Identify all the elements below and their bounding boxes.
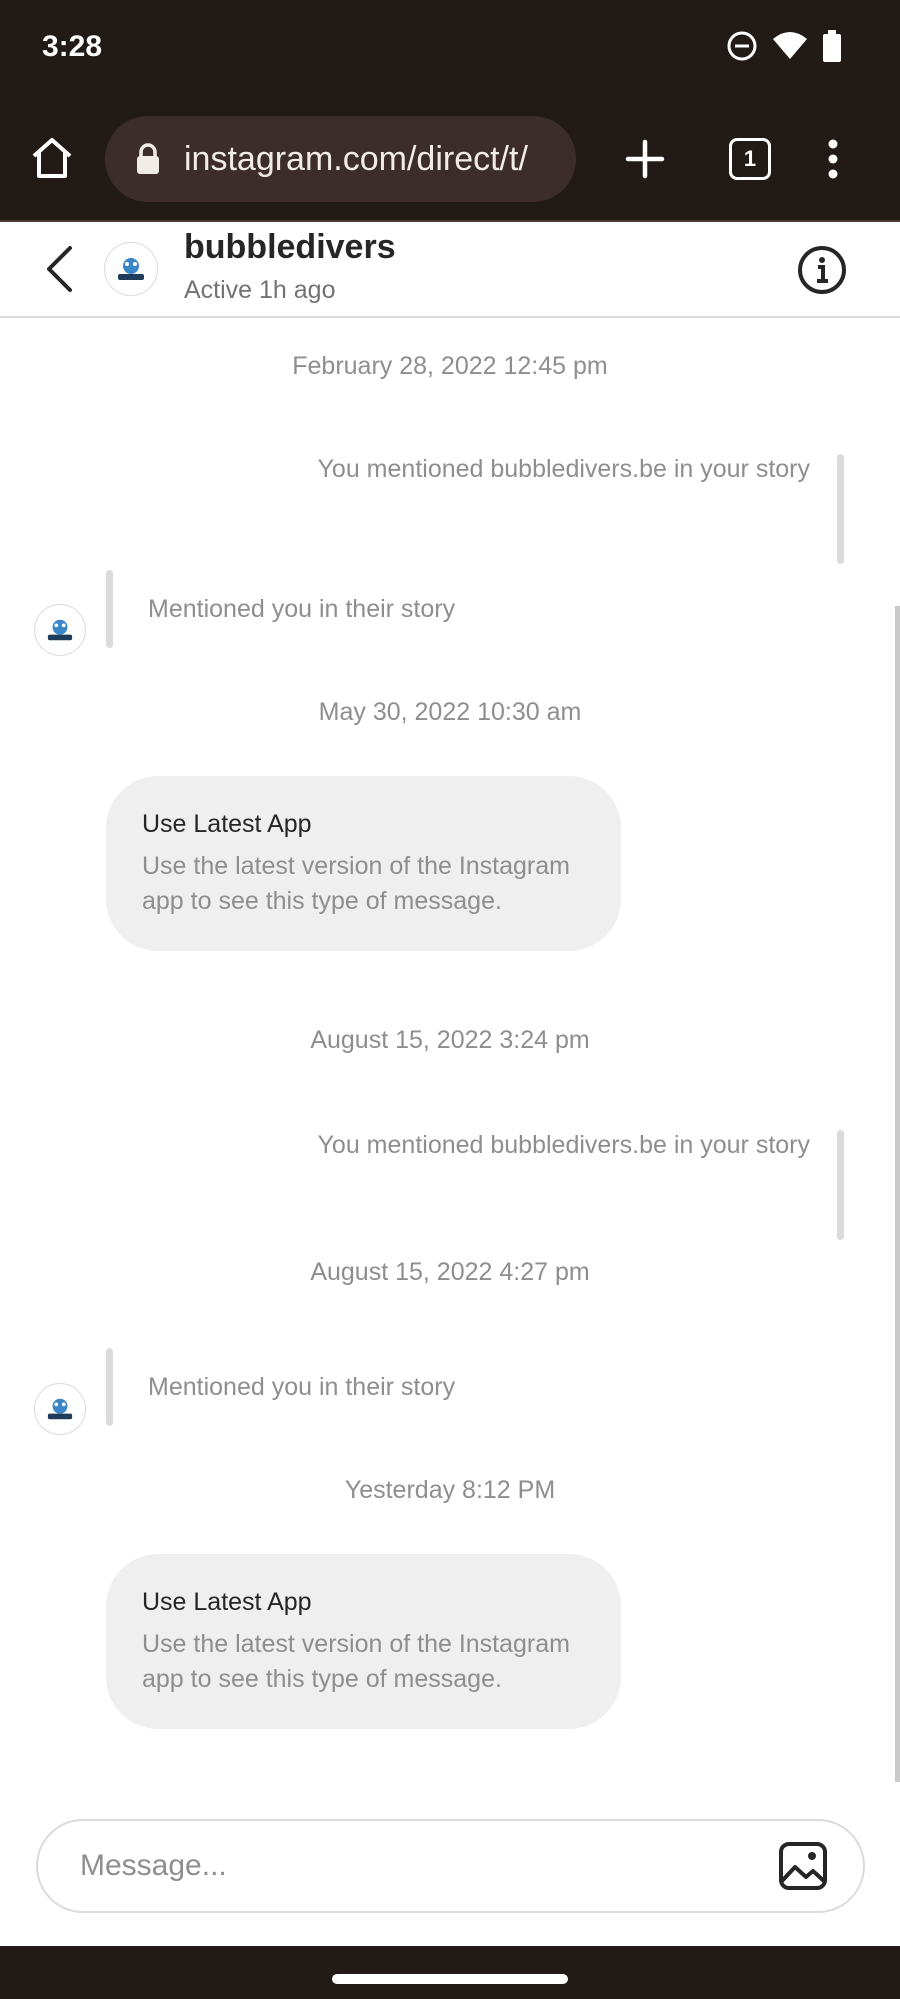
profile-logo-icon — [47, 1398, 73, 1420]
message-composer — [36, 1819, 865, 1913]
tab-switcher-button[interactable]: 1 — [729, 138, 771, 180]
url-bar[interactable]: instagram.com/direct/t/ — [105, 116, 576, 202]
back-button[interactable] — [44, 244, 74, 299]
story-mention-sent[interactable]: You mentioned bubbledivers.be in your st… — [284, 1128, 844, 1240]
message-thread[interactable]: February 28, 2022 12:45 pm You mentioned… — [0, 320, 900, 1780]
timestamp: May 30, 2022 10:30 am — [318, 698, 582, 726]
story-mention-text: You mentioned bubbledivers.be in your st… — [317, 455, 810, 483]
quote-bar — [837, 454, 844, 564]
quote-bar — [837, 1130, 844, 1240]
avatar[interactable] — [104, 242, 158, 296]
avatar[interactable] — [34, 1383, 86, 1435]
avatar[interactable] — [34, 604, 86, 656]
back-icon — [47, 246, 72, 292]
battery-icon — [823, 30, 841, 62]
info-icon — [798, 246, 846, 294]
message-bubble[interactable]: Use Latest App Use the latest version of… — [106, 776, 621, 951]
bubble-body: Use the latest version of the Instagram … — [142, 852, 570, 915]
lock-icon — [137, 143, 159, 174]
dnd-icon — [727, 31, 757, 61]
bubble-body: Use the latest version of the Instagram … — [142, 1630, 570, 1693]
new-tab-button[interactable] — [624, 138, 666, 185]
tabs-icon-count: 1 — [743, 146, 757, 171]
wifi-icon — [773, 32, 807, 59]
browser-menu-button[interactable] — [826, 138, 840, 185]
scrollbar[interactable] — [895, 606, 900, 1782]
menu-icon — [828, 139, 838, 179]
message-input[interactable] — [80, 1841, 720, 1891]
browser-toolbar: instagram.com/direct/t/ 1 — [0, 98, 900, 222]
profile-logo-icon — [118, 258, 144, 280]
quote-bar — [106, 570, 113, 648]
message-bubble[interactable]: Use Latest App Use the latest version of… — [106, 1554, 621, 1729]
contact-name[interactable]: bubbledivers — [184, 228, 396, 267]
bubble-title: Use Latest App — [142, 810, 312, 838]
url-text: instagram.com/direct/t/ — [184, 140, 528, 178]
quote-bar — [106, 1348, 113, 1426]
status-icons — [726, 30, 842, 62]
home-button[interactable] — [28, 134, 76, 182]
story-mention-text: You mentioned bubbledivers.be in your st… — [317, 1131, 810, 1159]
plus-icon — [625, 139, 665, 179]
status-time: 3:28 — [42, 30, 103, 63]
story-mention-text: Mentioned you in their story — [148, 1372, 456, 1401]
system-nav-bar — [0, 1946, 900, 1999]
timestamp: August 15, 2022 4:27 pm — [310, 1258, 590, 1286]
profile-logo-icon — [47, 619, 73, 641]
info-button[interactable] — [796, 244, 848, 301]
timestamp: Yesterday 8:12 PM — [344, 1476, 556, 1504]
story-mention-text: Mentioned you in their story — [148, 594, 456, 623]
status-bar: 3:28 — [0, 0, 900, 98]
story-mention-received[interactable]: Mentioned you in their story — [106, 1348, 455, 1426]
active-status: Active 1h ago — [184, 276, 336, 304]
chat-header: bubbledivers Active 1h ago — [0, 224, 900, 318]
story-mention-sent[interactable]: You mentioned bubbledivers.be in your st… — [284, 452, 844, 564]
home-icon — [32, 138, 72, 178]
timestamp: August 15, 2022 3:24 pm — [310, 1026, 590, 1054]
timestamp: February 28, 2022 12:45 pm — [292, 352, 608, 380]
home-indicator[interactable] — [332, 1974, 568, 1984]
send-image-button[interactable] — [778, 1841, 828, 1896]
bubble-title: Use Latest App — [142, 1588, 312, 1616]
story-mention-received[interactable]: Mentioned you in their story — [106, 570, 455, 648]
image-icon — [779, 1842, 827, 1890]
